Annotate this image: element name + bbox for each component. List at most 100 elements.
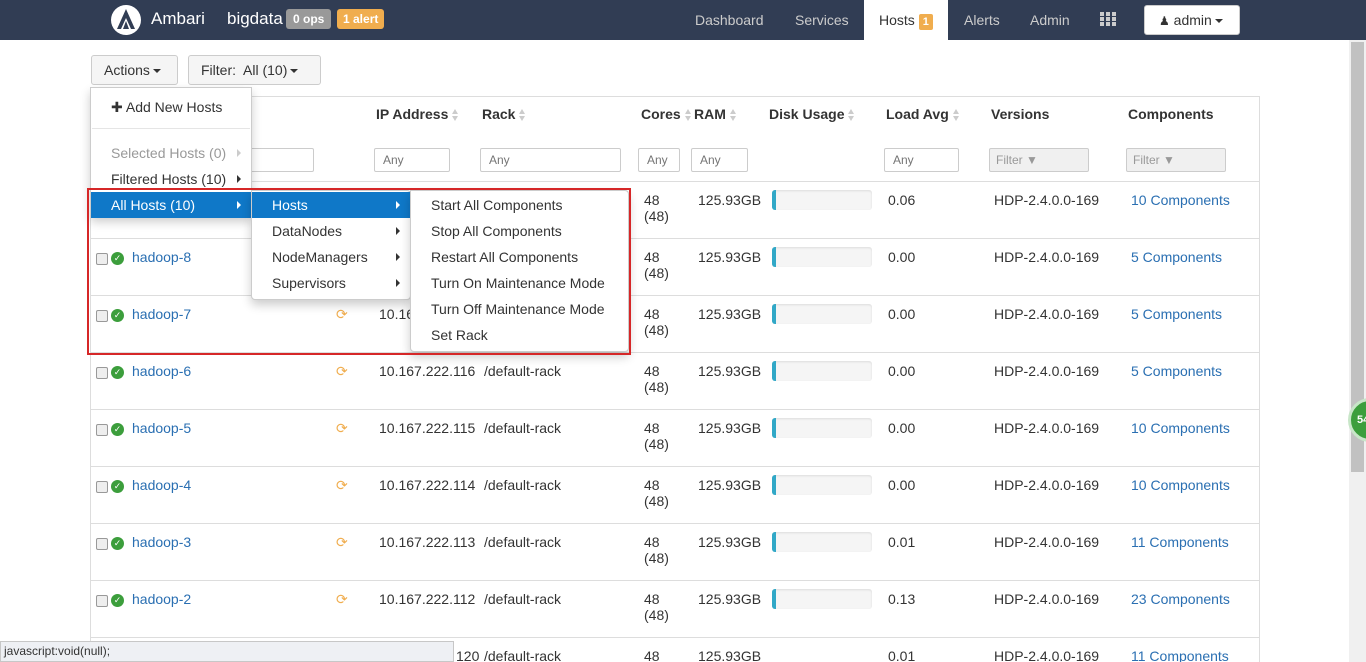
brand-name[interactable]: Ambari (151, 9, 205, 29)
rack-cell: /default-rack (484, 648, 562, 662)
host-link[interactable]: hadoop-6 (132, 363, 191, 379)
host-link[interactable]: hadoop-3 (132, 534, 191, 550)
row-checkbox[interactable] (96, 595, 108, 607)
user-menu-button[interactable]: ♟ admin (1144, 5, 1240, 35)
cores-total: (48) (644, 550, 669, 566)
components-link[interactable]: 23 Components (1131, 591, 1230, 607)
restart-required-icon[interactable]: ⟳ (336, 534, 348, 551)
nav-hosts[interactable]: Hosts 1 (864, 0, 948, 40)
components-link[interactable]: 10 Components (1131, 477, 1230, 493)
col-ip-label: IP Address (376, 106, 449, 122)
col-disk-label: Disk Usage (769, 106, 845, 122)
table-row: ✓ hadoop-6 ⟳ 10.167.222.116 /default-rac… (90, 353, 1260, 410)
chevron-down-icon (1214, 19, 1223, 24)
selected-hosts-label: Selected Hosts (0) (111, 145, 227, 161)
ip-filter-input[interactable] (374, 148, 450, 172)
cores-cell: 48 (48) (644, 591, 669, 623)
nav-admin[interactable]: Admin (1030, 0, 1070, 40)
rack-filter-input[interactable] (480, 148, 621, 172)
chevron-down-icon (152, 69, 161, 74)
col-ram-header[interactable]: RAM (694, 106, 737, 122)
col-load-header[interactable]: Load Avg (886, 106, 960, 122)
cores-cell: 48 (48) (644, 534, 669, 566)
chevron-right-icon (237, 175, 241, 183)
components-link[interactable]: 10 Components (1131, 192, 1230, 208)
hosts-count-badge: 1 (918, 14, 933, 30)
components-link[interactable]: 11 Components (1131, 648, 1229, 662)
cores-value: 48 (644, 591, 660, 607)
restart-required-icon[interactable]: ⟳ (336, 477, 348, 494)
cores-value: 48 (644, 249, 660, 265)
col-cores-header[interactable]: Cores (641, 106, 692, 122)
col-cores-label: Cores (641, 106, 681, 122)
load-cell: 0.01 (888, 648, 916, 662)
restart-required-icon[interactable]: ⟳ (336, 420, 348, 437)
restart-required-icon[interactable]: ⟳ (336, 363, 348, 380)
cores-cell: 48 (48) (644, 363, 669, 395)
disk-usage-bar (772, 190, 872, 210)
menu-divider (92, 128, 250, 129)
selected-hosts-item[interactable]: Selected Hosts (0) (91, 140, 251, 166)
col-ip-header[interactable]: IP Address (376, 106, 459, 122)
nav-dashboard[interactable]: Dashboard (695, 0, 764, 40)
host-link[interactable]: hadoop-2 (132, 591, 191, 607)
ambari-logo-icon[interactable] (110, 4, 142, 36)
version-cell: HDP-2.4.0.0-169 (994, 420, 1100, 436)
sort-icon (729, 109, 737, 122)
nav-services[interactable]: Services (795, 0, 849, 40)
host-link[interactable]: hadoop-4 (132, 477, 191, 493)
load-cell: 0.00 (888, 306, 916, 322)
ip-cell: 120 (456, 648, 480, 662)
row-checkbox[interactable] (96, 481, 108, 493)
versions-filter-select[interactable]: Filter ▼ (989, 148, 1089, 172)
ram-cell: 125.93GB (698, 477, 762, 493)
disk-usage-bar (772, 247, 872, 267)
ram-filter-input[interactable] (691, 148, 748, 172)
components-filter-select[interactable]: Filter ▼ (1126, 148, 1226, 172)
cores-total: (48) (644, 607, 669, 623)
cores-total: (48) (644, 208, 669, 224)
sort-icon (452, 109, 459, 122)
row-checkbox[interactable] (96, 424, 108, 436)
nav-alerts[interactable]: Alerts (964, 0, 1000, 40)
sort-icon (519, 109, 526, 122)
actions-button[interactable]: Actions (91, 55, 178, 85)
row-checkbox[interactable] (96, 538, 108, 550)
user-icon: ♟ (1159, 14, 1170, 28)
table-row: ✓ hadoop-3 ⟳ 10.167.222.113 /default-rac… (90, 524, 1260, 581)
cores-value: 48 (644, 477, 660, 493)
components-link[interactable]: 11 Components (1131, 534, 1229, 550)
col-rack-header[interactable]: Rack (482, 106, 526, 122)
status-ok-icon: ✓ (111, 537, 124, 550)
add-new-hosts-item[interactable]: ✚ Add New Hosts (91, 94, 251, 120)
highlight-annotation-box (87, 188, 631, 355)
alert-badge[interactable]: 1 alert (337, 9, 385, 29)
rack-cell: /default-rack (484, 477, 562, 493)
ram-cell: 125.93GB (698, 591, 762, 607)
row-checkbox[interactable] (96, 367, 108, 379)
add-new-hosts-label: Add New Hosts (125, 99, 223, 115)
components-link[interactable]: 5 Components (1131, 306, 1222, 322)
ip-cell: 10.167.222.113 (379, 534, 476, 550)
version-cell: HDP-2.4.0.0-169 (994, 363, 1100, 379)
load-filter-input[interactable] (884, 148, 959, 172)
host-link[interactable]: hadoop-5 (132, 420, 191, 436)
user-name: admin (1173, 12, 1212, 28)
views-grid-icon[interactable] (1100, 12, 1117, 27)
actions-label: Actions (104, 62, 150, 78)
components-link[interactable]: 10 Components (1131, 420, 1230, 436)
disk-usage-bar (772, 418, 872, 438)
components-link[interactable]: 5 Components (1131, 249, 1222, 265)
filter-button[interactable]: Filter: All (10) (188, 55, 321, 85)
cores-cell: 48 (48) (644, 420, 669, 452)
cluster-name[interactable]: bigdata (227, 9, 283, 29)
components-link[interactable]: 5 Components (1131, 363, 1222, 379)
table-row: ✓ hadoop-4 ⟳ 10.167.222.114 /default-rac… (90, 467, 1260, 524)
version-cell: HDP-2.4.0.0-169 (994, 249, 1100, 265)
cores-filter-input[interactable] (638, 148, 680, 172)
restart-required-icon[interactable]: ⟳ (336, 591, 348, 608)
col-disk-header[interactable]: Disk Usage (769, 106, 855, 122)
ops-badge[interactable]: 0 ops (286, 9, 332, 29)
status-ok-icon: ✓ (111, 594, 124, 607)
rack-cell: /default-rack (484, 534, 562, 550)
